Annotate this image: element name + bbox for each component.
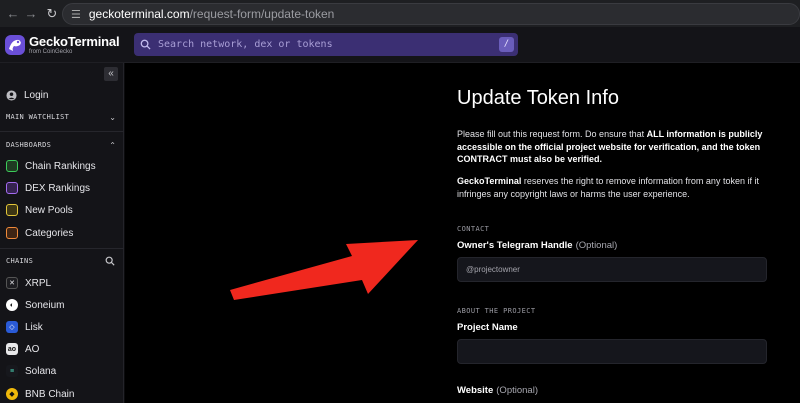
- sidebar: « Login MAIN WATCHLIST ⌄ DASHBOARDS ⌃ Ch…: [0, 63, 124, 403]
- sidebar-item-label: Solana: [25, 365, 57, 377]
- back-arrow-icon[interactable]: ←: [4, 6, 22, 21]
- reload-icon[interactable]: ↻: [43, 6, 61, 22]
- sidebar-item-label: DEX Rankings: [25, 182, 91, 194]
- ao-icon: ao: [6, 343, 18, 355]
- red-arrow-annotation: [230, 240, 418, 300]
- notice-paragraph: GeckoTerminal reserves the right to remo…: [457, 175, 787, 200]
- section-title: MAIN WATCHLIST: [6, 113, 70, 121]
- section-title: CHAINS: [6, 257, 34, 265]
- sidebar-item-label: Login: [24, 89, 49, 101]
- solana-icon: ≡: [6, 365, 18, 377]
- sidebar-item-xrpl[interactable]: ✕ XRPL: [0, 276, 124, 290]
- project-name-label: Project Name: [457, 322, 518, 333]
- lisk-icon: ◇: [6, 321, 18, 333]
- sidebar-item-categories[interactable]: Categories: [0, 226, 124, 240]
- sidebar-main-watchlist[interactable]: MAIN WATCHLIST ⌄: [0, 111, 124, 123]
- website-label: Website (Optional): [457, 385, 538, 396]
- sidebar-item-label: BNB Chain: [25, 388, 75, 400]
- search-shortcut-key: /: [499, 37, 514, 52]
- chevron-up-icon[interactable]: ⌃: [109, 141, 116, 150]
- search-chains-icon[interactable]: [105, 256, 115, 266]
- bar-chart-icon: [6, 182, 18, 194]
- sidebar-item-dex-rankings[interactable]: DEX Rankings: [0, 181, 124, 195]
- sidebar-item-label: Categories: [25, 227, 74, 239]
- search-bar[interactable]: /: [134, 33, 518, 56]
- project-name-input[interactable]: [457, 339, 767, 364]
- notice-bold-text: GeckoTerminal: [457, 176, 522, 186]
- user-icon: [6, 89, 17, 101]
- sidebar-item-label: Chain Rankings: [25, 160, 96, 172]
- website-label-text: Website: [457, 385, 494, 396]
- intro-text: Please fill out this request form. Do en…: [457, 129, 647, 139]
- telegram-label-text: Owner's Telegram Handle: [457, 240, 573, 251]
- sidebar-dashboards-header[interactable]: DASHBOARDS ⌃: [0, 139, 124, 151]
- about-section-label: ABOUT THE PROJECT: [457, 307, 536, 315]
- sidebar-item-lisk[interactable]: ◇ Lisk: [0, 320, 124, 334]
- site-settings-icon[interactable]: ☰: [71, 8, 81, 21]
- gecko-logo-icon: [5, 34, 25, 55]
- optional-tag: (Optional): [575, 240, 618, 251]
- sidebar-item-chain-rankings[interactable]: Chain Rankings: [0, 159, 124, 173]
- sidebar-item-new-pools[interactable]: New Pools: [0, 203, 124, 217]
- optional-tag: (Optional): [496, 385, 538, 396]
- section-title: DASHBOARDS: [6, 141, 52, 149]
- forward-arrow-icon[interactable]: →: [22, 6, 40, 21]
- browser-toolbar: ← → ↻ ☰ geckoterminal.com/request-form/u…: [0, 0, 800, 27]
- sidebar-item-bnb-chain[interactable]: ◆ BNB Chain: [0, 387, 124, 401]
- sidebar-item-ao[interactable]: ao AO: [0, 342, 124, 356]
- sidebar-item-label: XRPL: [25, 277, 52, 289]
- bnb-icon: ◆: [6, 388, 18, 400]
- search-icon: [140, 39, 151, 50]
- sidebar-item-solana[interactable]: ≡ Solana: [0, 364, 124, 378]
- logo-name: GeckoTerminal: [29, 33, 120, 49]
- search-input[interactable]: [158, 39, 499, 50]
- contact-section-label: CONTACT: [457, 225, 490, 233]
- pool-icon: [6, 204, 18, 216]
- collapse-sidebar-icon[interactable]: «: [104, 67, 118, 81]
- address-bar[interactable]: ☰ geckoterminal.com/request-form/update-…: [62, 3, 800, 25]
- chart-icon: [6, 160, 18, 172]
- telegram-label: Owner's Telegram Handle (Optional): [457, 240, 617, 251]
- sidebar-item-label: AO: [25, 343, 40, 355]
- divider: [0, 131, 124, 132]
- url-text: geckoterminal.com/request-form/update-to…: [89, 7, 334, 21]
- logo-subtitle: from CoinGecko: [29, 48, 73, 55]
- page-title: Update Token Info: [457, 87, 619, 109]
- chevron-down-icon[interactable]: ⌄: [109, 113, 116, 122]
- sidebar-item-login[interactable]: Login: [0, 88, 124, 102]
- url-path: /request-form/update-token: [189, 7, 335, 21]
- sidebar-item-soneium[interactable]: ◐ Soneium: [0, 298, 124, 312]
- sidebar-chains-header: CHAINS: [0, 255, 124, 267]
- intro-paragraph: Please fill out this request form. Do en…: [457, 128, 787, 166]
- main-content: Update Token Info Please fill out this r…: [125, 63, 800, 403]
- xrpl-icon: ✕: [6, 277, 18, 289]
- sidebar-item-label: Lisk: [25, 321, 43, 333]
- telegram-handle-input[interactable]: [457, 257, 767, 282]
- sidebar-item-label: Soneium: [25, 299, 65, 311]
- logo[interactable]: GeckoTerminal from CoinGecko: [4, 34, 130, 56]
- sidebar-item-label: New Pools: [25, 204, 73, 216]
- tag-icon: [6, 227, 18, 239]
- url-host: geckoterminal.com: [88, 7, 190, 21]
- app-header: GeckoTerminal from CoinGecko /: [0, 27, 800, 63]
- soneium-icon: ◐: [6, 299, 18, 311]
- divider: [0, 248, 124, 249]
